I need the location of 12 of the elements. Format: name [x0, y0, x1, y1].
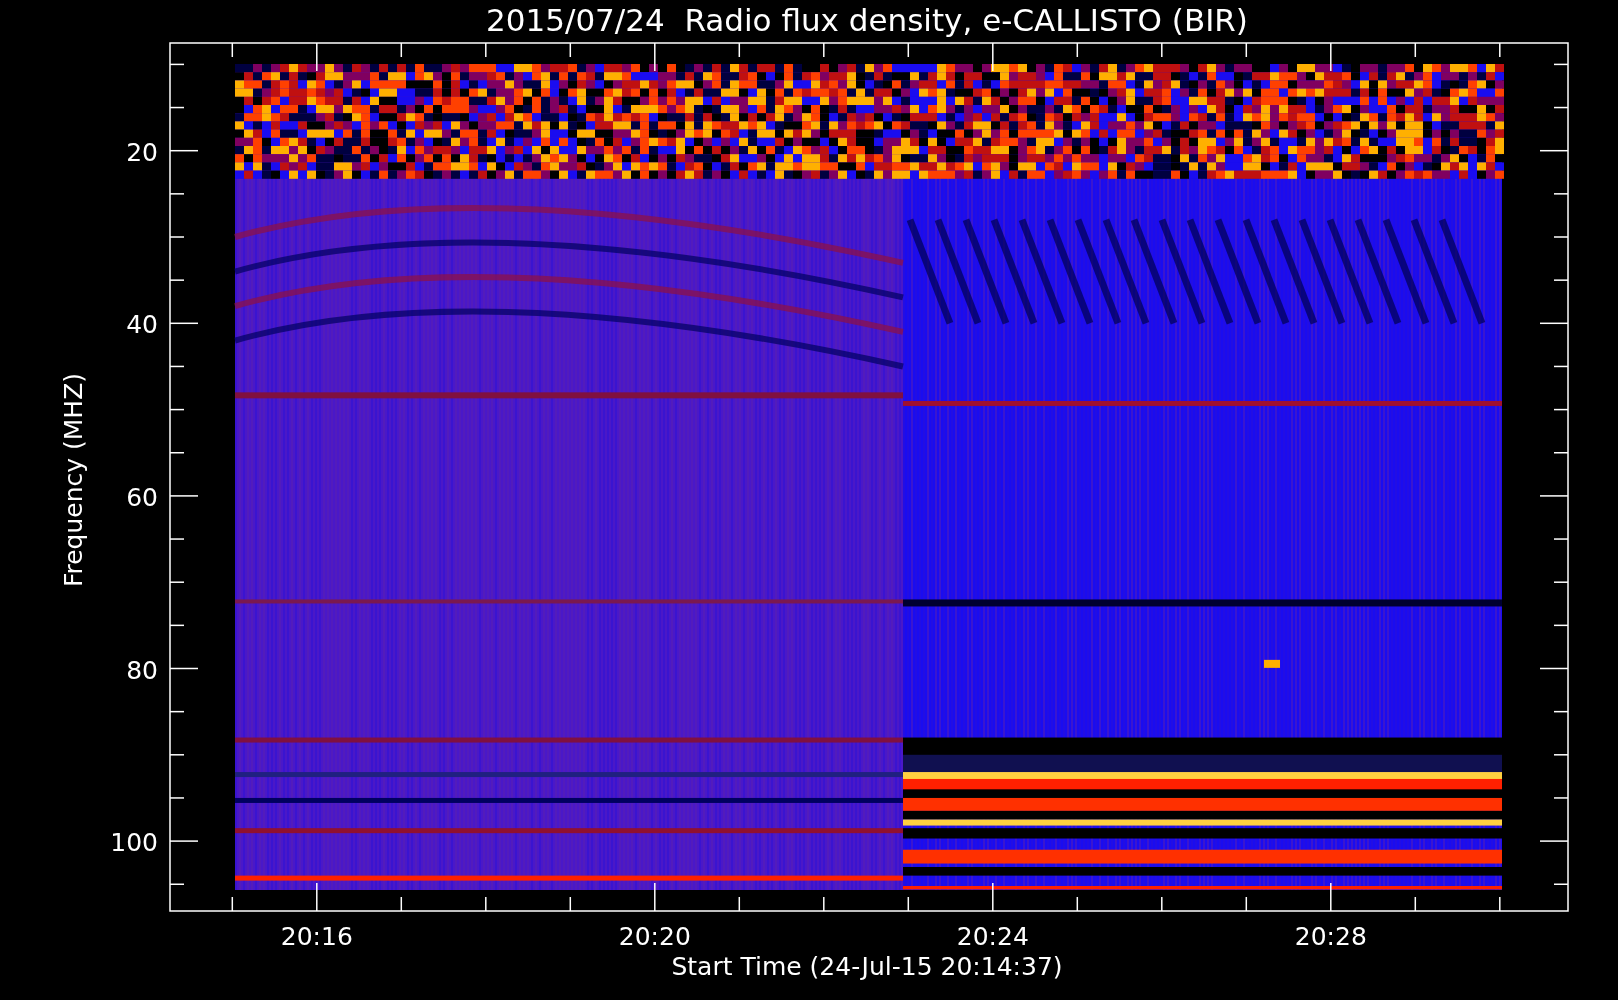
tick-label: 20:16 [280, 922, 353, 951]
axis-title: Frequency (MHZ) [59, 372, 88, 588]
tick-label: 60 [126, 482, 158, 512]
tick-label: 40 [126, 310, 158, 340]
tick-label: 20 [126, 137, 158, 167]
tick-label: 20:20 [618, 922, 691, 951]
axis-title: Start Time (24-Jul-15 20:14:37) [671, 952, 1063, 981]
tick-label: 100 [110, 828, 158, 858]
tick-label: 80 [126, 655, 158, 685]
plot-title: 2015/07/24 Radio flux density, e-CALLISTO (BIR) [486, 2, 1248, 38]
tick-label: 20:28 [1294, 922, 1367, 951]
tick-label: 20:24 [956, 922, 1029, 951]
